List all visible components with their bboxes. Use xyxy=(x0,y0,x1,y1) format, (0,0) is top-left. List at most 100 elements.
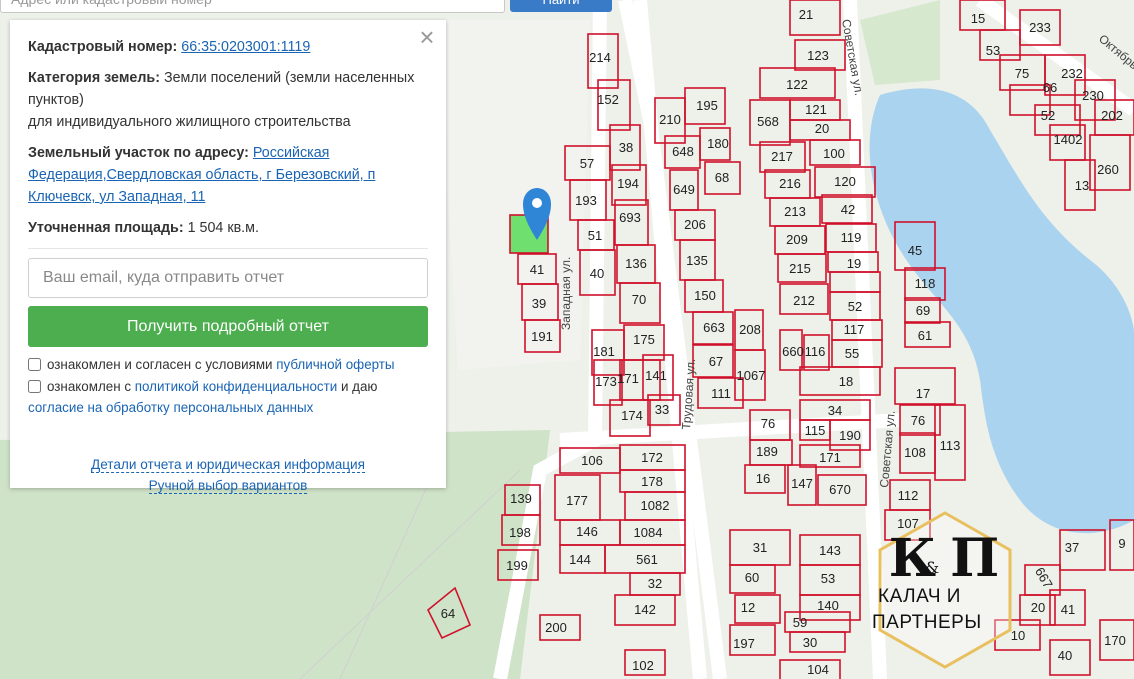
manual-selection-link[interactable]: Ручной выбор вариантов xyxy=(148,478,308,494)
parcel-number-label: 202 xyxy=(1101,108,1123,123)
parcel-number-label: 663 xyxy=(703,320,725,335)
parcel-number-label: 68 xyxy=(715,170,729,185)
parcel-number-label: 21 xyxy=(799,7,813,22)
land-category-label: Категория земель: xyxy=(28,70,160,86)
parcel-number-label: 140 xyxy=(817,598,839,613)
parcel-number-label: 191 xyxy=(531,329,553,344)
parcel-number-label: 190 xyxy=(839,428,861,443)
parcel-number-label: 32 xyxy=(648,576,662,591)
parcel-number-label: 104 xyxy=(807,662,829,677)
cadastral-number-link[interactable]: 66:35:0203001:1119 xyxy=(181,39,310,55)
parcel-number-label: 67 xyxy=(709,354,723,369)
parcel-number-label: 52 xyxy=(848,299,862,314)
logo-text-line1: КАЛАЧ И xyxy=(878,586,961,607)
parcel-number-label: 76 xyxy=(911,413,925,428)
parcel-number-label: 119 xyxy=(841,230,862,245)
parcel-number-label: 55 xyxy=(845,346,859,361)
parcel-number-label: 20 xyxy=(1031,600,1045,615)
cadastral-number-row: Кадастровый номер: 66:35:0203001:1119 xyxy=(28,36,428,58)
address-label: Земельный участок по адресу: xyxy=(28,145,249,161)
email-field[interactable] xyxy=(28,258,428,298)
parcel-number-label: 37 xyxy=(1065,540,1079,555)
parcel-number-label: 17 xyxy=(916,386,930,401)
parcel-number-label: 52 xyxy=(1041,108,1055,123)
parcel-number-label: 70 xyxy=(632,292,646,307)
offer-consent-checkbox[interactable] xyxy=(28,358,41,371)
land-category-row: Категория земель: Земли поселений (земли… xyxy=(28,67,428,133)
parcel-number-label: 41 xyxy=(1061,602,1075,617)
personal-data-consent-link[interactable]: согласие на обработку персональных данны… xyxy=(28,400,313,415)
parcel-number-label: 172 xyxy=(641,450,663,465)
parcel-number-label: 568 xyxy=(757,114,779,129)
parcel-number-label: 121 xyxy=(805,102,827,117)
area-label: Уточненная площадь: xyxy=(28,220,184,236)
logo-ampersand: & xyxy=(925,558,940,577)
parcel-number-label: 136 xyxy=(625,256,647,271)
parcel-number-label: 60 xyxy=(745,570,759,585)
parcel-number-label: 120 xyxy=(834,174,856,189)
street-label-zapadnaya: Западная ул. xyxy=(559,257,573,330)
parcel-number-label: 670 xyxy=(829,482,851,497)
report-details-link[interactable]: Детали отчета и юридическая информация xyxy=(90,457,366,473)
parcel-number-label: 102 xyxy=(632,658,654,673)
close-icon[interactable]: × xyxy=(416,24,438,50)
parcel-number-label: 1402 xyxy=(1054,132,1083,147)
parcel-number-label: 198 xyxy=(509,525,531,540)
parcel-number-label: 13 xyxy=(1075,178,1089,193)
parcel-number-label: 213 xyxy=(784,204,806,219)
parcel-number-label: 146 xyxy=(576,524,598,539)
parcel-number-label: 171 xyxy=(617,371,639,386)
parcel-number-label: 171 xyxy=(819,450,841,465)
parcel-number-label: 112 xyxy=(898,488,919,503)
parcel-number-label: 19 xyxy=(847,256,861,271)
area-row: Уточненная площадь: 1 504 кв.м. xyxy=(28,217,428,239)
parcel-number-label: 215 xyxy=(789,261,811,276)
parcel-number-label: 12 xyxy=(741,600,755,615)
parcel-number-label: 75 xyxy=(1015,66,1029,81)
offer-consent-text: ознакомлен и согласен с условиями xyxy=(47,357,277,372)
privacy-consent-checkbox[interactable] xyxy=(28,380,41,393)
parcel-number-label: 42 xyxy=(841,202,855,217)
parcel-number-label: 33 xyxy=(655,402,669,417)
privacy-policy-link[interactable]: политикой конфиденциальности xyxy=(135,379,338,394)
parcel-number-label: 111 xyxy=(711,386,731,401)
parcel-number-label: 232 xyxy=(1061,66,1083,81)
parcel-number-label: 64 xyxy=(441,606,455,621)
parcel-number-label: 53 xyxy=(821,571,835,586)
parcel-number-label: 66 xyxy=(1043,80,1057,95)
parcel-number-label: 194 xyxy=(617,176,639,191)
parcel-number-label: 561 xyxy=(636,552,658,567)
parcel-number-label: 693 xyxy=(619,210,641,225)
public-offer-link[interactable]: публичной оферты xyxy=(276,357,394,372)
parcel-number-label: 116 xyxy=(805,344,826,359)
parcel-number-label: 123 xyxy=(807,48,829,63)
footer-links: Детали отчета и юридическая информация Р… xyxy=(28,454,428,496)
parcel-number-label: 40 xyxy=(1058,648,1072,663)
parcel-number-label: 45 xyxy=(908,243,922,258)
parcel-number-label: 69 xyxy=(916,303,930,318)
parcel-number-label: 38 xyxy=(619,140,633,155)
parcel-number-label: 31 xyxy=(753,540,767,555)
parcel-number-label: 206 xyxy=(684,217,706,232)
parcel-number-label: 1084 xyxy=(634,525,663,540)
parcel-number-label: 660 xyxy=(782,344,804,359)
parcel-number-label: 100 xyxy=(823,146,845,161)
parcel-number-label: 139 xyxy=(510,491,532,506)
parcel-number-label: 177 xyxy=(566,493,588,508)
parcel-number-label: 59 xyxy=(793,615,807,630)
parcel-number-label: 181 xyxy=(593,344,615,359)
logo-monogram: К П xyxy=(888,528,1000,589)
parcel-number-label: 113 xyxy=(940,438,961,453)
parcel-number-label: 9 xyxy=(1118,536,1125,551)
address-search-input[interactable]: Адрес или кадастровый номер xyxy=(0,0,505,13)
parcel-number-label: 115 xyxy=(805,423,826,438)
parcel-number-label: 16 xyxy=(756,471,770,486)
parcel-number-label: 143 xyxy=(819,543,841,558)
parcel-number-label: 178 xyxy=(641,474,663,489)
search-button[interactable]: Найти xyxy=(510,0,612,12)
parcel-number-label: 15 xyxy=(971,11,985,26)
parcel-number-label: 1082 xyxy=(641,498,670,513)
parcel-number-label: 189 xyxy=(756,444,778,459)
privacy-consent-row: ознакомлен с политикой конфиденциальност… xyxy=(28,376,428,418)
get-report-button[interactable]: Получить подробный отчет xyxy=(28,306,428,347)
